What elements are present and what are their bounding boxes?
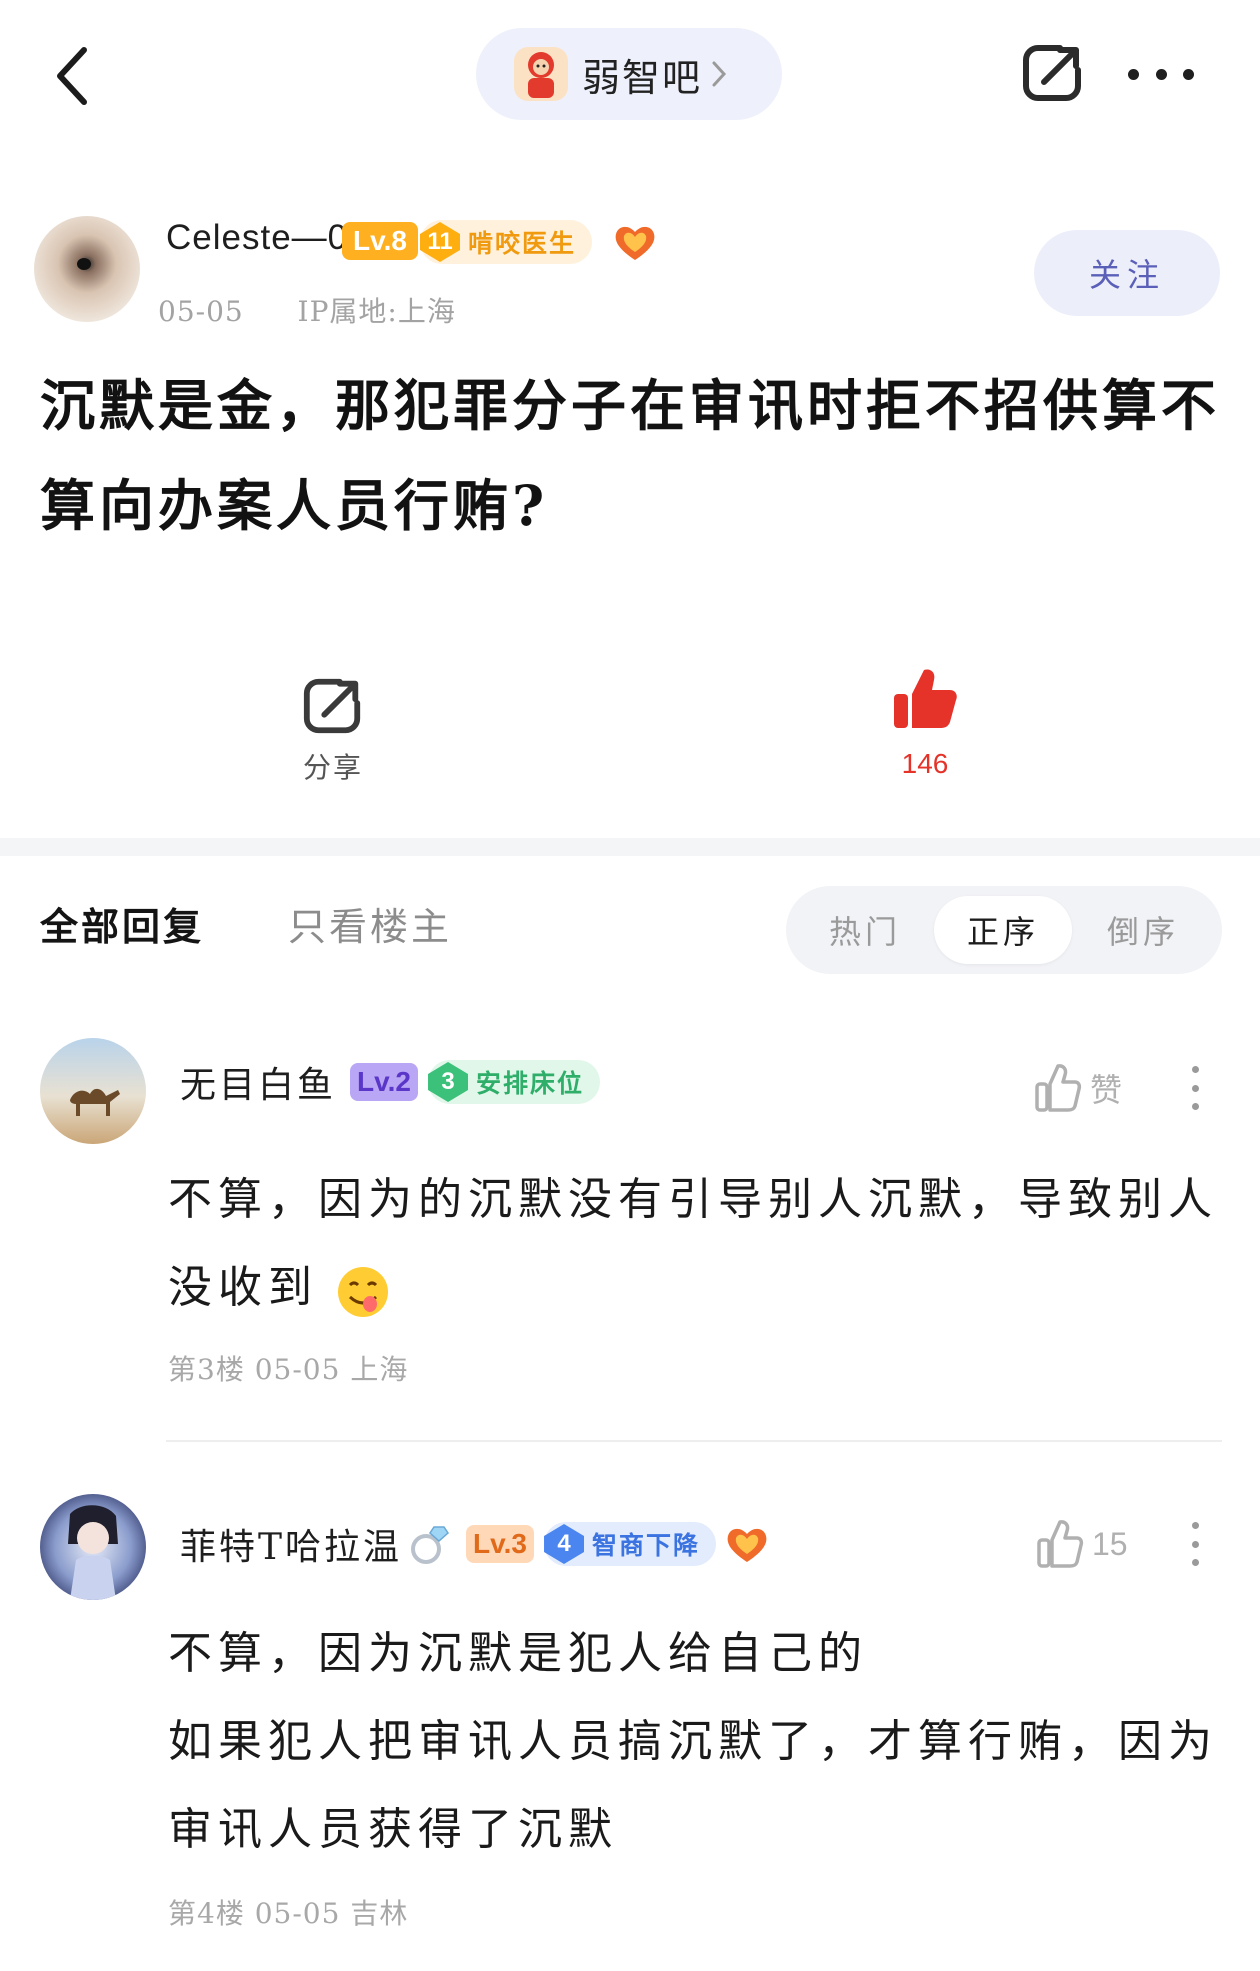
share-icon: [301, 674, 365, 738]
forum-entry[interactable]: 弱智吧: [476, 28, 782, 120]
ip-location: IP属地:上海: [297, 295, 456, 328]
share-button[interactable]: [1020, 40, 1086, 106]
comment-body: 不算，因为沉默是犯人给自己的 如果犯人把审讯人员搞沉默了，才算行贿，因为 审讯人…: [168, 1610, 1230, 1874]
sort-segmented-control: 热门 正序 倒序: [786, 886, 1222, 974]
like-label: 赞: [1090, 1071, 1123, 1109]
comment-line-with-emoji: 没收到: [168, 1244, 1230, 1332]
like-count: 146: [901, 748, 949, 779]
comment-meta: 第4楼 05-05 吉林: [168, 1897, 409, 1930]
commenter-name[interactable]: 菲特T哈拉温: [180, 1518, 402, 1570]
share-icon: [1023, 45, 1081, 101]
back-button[interactable]: [52, 44, 96, 108]
dot: [1191, 1084, 1199, 1092]
title-badge: 11 啃咬医生: [420, 220, 593, 264]
level-badge: Lv.8: [342, 222, 418, 260]
fire-heart-icon: [724, 1524, 770, 1564]
comment-header: 无目白鱼 Lv.2 3 安排床位: [180, 1056, 601, 1108]
comment-header: 菲特T哈拉温 Lv.3 4 智商下降: [180, 1518, 770, 1570]
chevron-left-icon: [57, 47, 87, 105]
dot: [1191, 1103, 1199, 1110]
section-divider: [0, 838, 1260, 856]
comment-more-button[interactable]: [1190, 1522, 1200, 1566]
thumbs-up-outline-icon: [1037, 1520, 1084, 1568]
title-text: 智商下降: [592, 1531, 701, 1560]
title-number: 4: [544, 1524, 585, 1564]
sort-hot[interactable]: 热门: [796, 896, 934, 964]
dot: [1155, 68, 1167, 80]
level-badge: Lv.3: [466, 1525, 535, 1563]
post-title: 沉默是金，那犯罪分子在审讯时拒不招供算不算向办案人员行贿?: [40, 373, 1221, 538]
tab-all-replies[interactable]: 全部回复: [40, 896, 204, 951]
thumbs-up-filled-icon: [894, 669, 957, 728]
comment-line: 没收到: [168, 1262, 318, 1313]
post-date: 05-05: [158, 295, 244, 328]
chevron-right-icon: [712, 61, 727, 87]
title-badge: 3 安排床位: [428, 1060, 601, 1104]
author-avatar[interactable]: [34, 216, 140, 322]
level-badge: Lv.2: [350, 1063, 419, 1101]
title-text: 啃咬医生: [468, 229, 577, 258]
commenter-avatar[interactable]: [40, 1494, 146, 1600]
dot: [1191, 1559, 1199, 1566]
forum-avatar: [514, 47, 568, 101]
comment-meta: 第3楼 05-05 上海: [168, 1353, 409, 1386]
dot: [1191, 1522, 1199, 1529]
dot: [1183, 68, 1194, 80]
comment-line: 审讯人员获得了沉默: [168, 1804, 618, 1855]
dot: [1128, 68, 1139, 80]
more-button[interactable]: [1128, 62, 1194, 86]
tab-op-only[interactable]: 只看楼主: [288, 896, 452, 951]
commenter-name[interactable]: 无目白鱼: [180, 1056, 336, 1108]
comment-more-button[interactable]: [1190, 1066, 1200, 1110]
title-badge: 4 智商下降: [544, 1522, 717, 1566]
ring-icon: [406, 1521, 452, 1567]
comment-line: 不算，因为的沉默没有引导别人沉默，导致别人: [168, 1174, 1218, 1225]
author-meta: 05-05 IP属地:上海: [158, 290, 456, 330]
comment-like-button[interactable]: 赞: [1034, 1062, 1122, 1114]
author-name[interactable]: Celeste—0: [166, 218, 348, 258]
like-count: 15: [1092, 1525, 1128, 1562]
comment-body: 不算，因为的沉默没有引导别人沉默，导致别人 没收到: [168, 1156, 1230, 1332]
commenter-avatar[interactable]: [40, 1038, 146, 1144]
dot: [1191, 1066, 1199, 1073]
follow-button[interactable]: 关注: [1034, 230, 1220, 316]
comment-like-button[interactable]: 15: [1036, 1518, 1128, 1570]
comment-line: 如果犯人把审讯人员搞沉默了，才算行贿，因为: [168, 1716, 1218, 1767]
comment-divider: [166, 1440, 1222, 1442]
title-number: 11: [420, 222, 460, 262]
comment-line: 不算，因为沉默是犯人给自己的: [168, 1628, 868, 1679]
share-label: 分享: [302, 751, 363, 784]
share-action[interactable]: 分享: [290, 674, 376, 786]
like-action[interactable]: 146: [880, 664, 970, 780]
title-number: 3: [428, 1062, 469, 1102]
tongue-emoji-icon: [336, 1261, 390, 1317]
sort-ascending[interactable]: 正序: [934, 896, 1072, 964]
title-text: 安排床位: [476, 1069, 585, 1098]
dot: [1191, 1540, 1199, 1548]
forum-name: 弱智吧: [582, 55, 703, 100]
sort-descending[interactable]: 倒序: [1074, 896, 1212, 964]
fire-heart-icon: [612, 222, 658, 266]
thumbs-up-outline-icon: [1035, 1064, 1082, 1112]
